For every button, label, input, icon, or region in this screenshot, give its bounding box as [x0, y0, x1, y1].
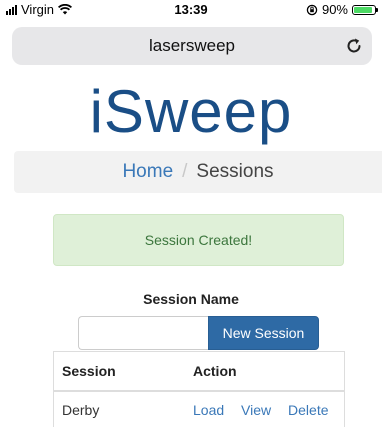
orientation-lock-icon [306, 4, 318, 15]
table-row: Derby Load View Delete [53, 391, 345, 427]
table-header-row: Session Action [53, 351, 345, 392]
column-header-action: Action [185, 351, 345, 392]
breadcrumb: Home / Sessions [14, 151, 382, 193]
sessions-table: Session Action Derby Load View Delete [53, 351, 345, 427]
address-bar[interactable]: lasersweep [12, 27, 372, 65]
battery-fill [354, 6, 372, 13]
session-name-cell: Derby [53, 391, 185, 427]
new-session-button[interactable]: New Session [208, 316, 319, 350]
battery-icon [352, 4, 378, 15]
breadcrumb-home-link[interactable]: Home [122, 161, 173, 182]
breadcrumb-separator: / [182, 161, 188, 182]
view-link[interactable]: View [241, 402, 271, 418]
session-name-label: Session Name [143, 291, 239, 307]
session-name-input[interactable] [78, 316, 208, 350]
status-right: 90% [306, 2, 378, 17]
load-link[interactable]: Load [193, 402, 224, 418]
status-bar: Virgin 13:39 90% [0, 0, 382, 18]
reload-icon[interactable] [344, 36, 364, 56]
action-cell: Load View Delete [185, 391, 345, 427]
delete-link[interactable]: Delete [288, 402, 328, 418]
url-text[interactable]: lasersweep [12, 27, 372, 65]
column-header-session: Session [53, 351, 185, 392]
success-alert: Session Created! [53, 214, 344, 266]
app-logo: iSweep [89, 78, 293, 145]
battery-percent: 90% [321, 2, 348, 17]
breadcrumb-current: Sessions [196, 161, 274, 182]
